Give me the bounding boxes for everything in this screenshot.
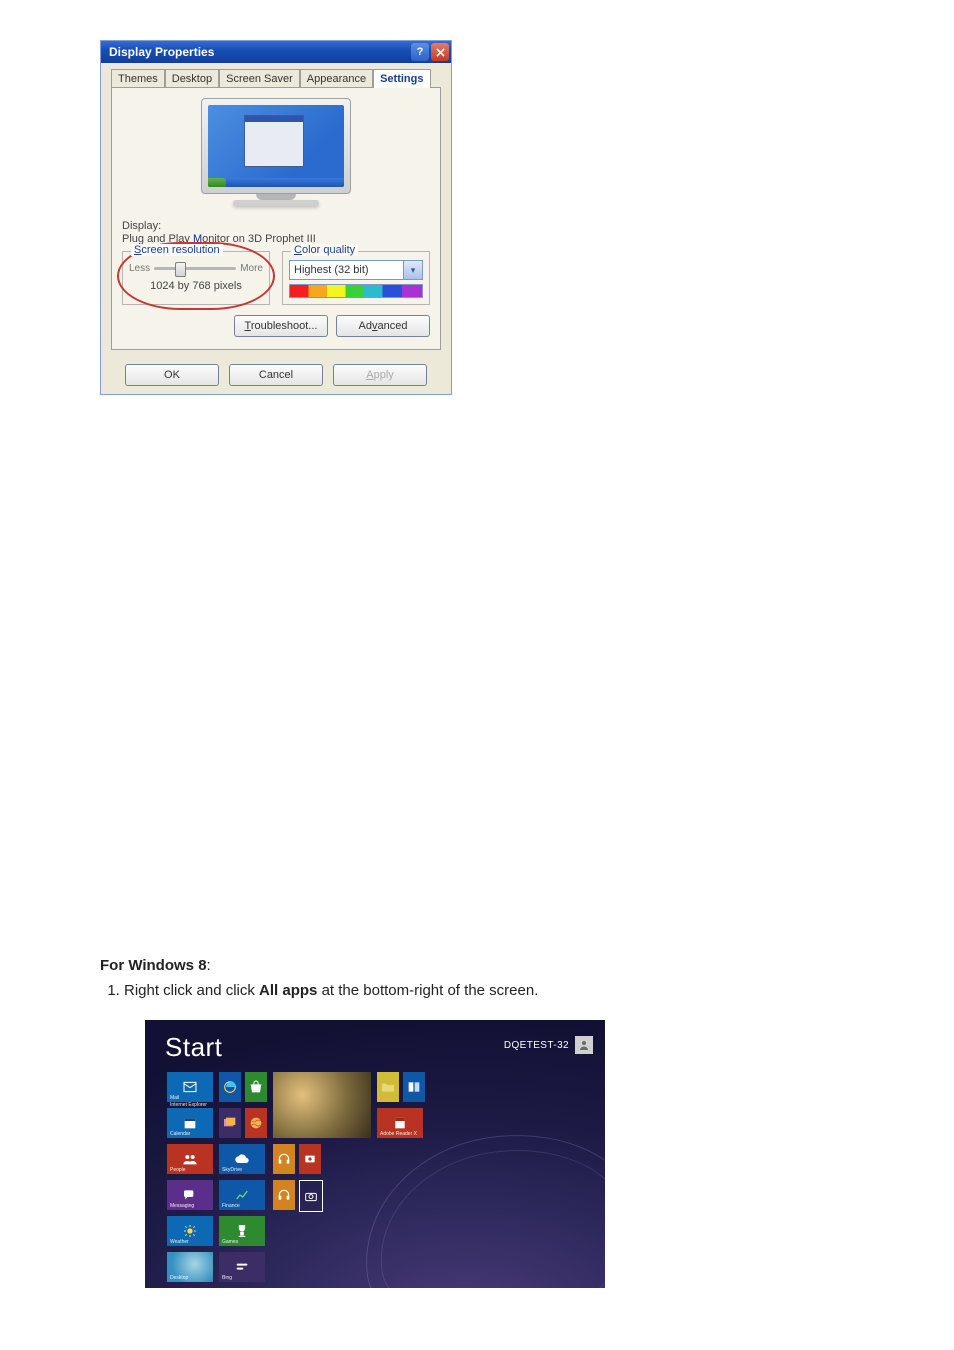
trophy-icon (234, 1223, 250, 1239)
cancel-button[interactable]: Cancel (229, 364, 323, 386)
chevron-down-icon[interactable]: ▾ (403, 261, 422, 279)
tile-camera[interactable] (299, 1180, 323, 1212)
tile-video[interactable] (299, 1144, 321, 1174)
tile-maps[interactable] (245, 1108, 267, 1138)
dialog-title: Display Properties (109, 45, 214, 59)
win8-start-screen: Start DQETEST-32 Mail Calendar P (145, 1020, 605, 1288)
globe-icon (248, 1115, 264, 1131)
cloud-icon (234, 1151, 250, 1167)
screen-resolution-group: Screen resolution Less More 1024 by 768 … (122, 251, 270, 305)
color-quality-group: Color quality Highest (32 bit) ▾ (282, 251, 430, 305)
tile-mail[interactable]: Mail (167, 1072, 213, 1102)
tile-sports[interactable] (377, 1072, 399, 1102)
start-user[interactable]: DQETEST-32 (504, 1036, 593, 1054)
color-quality-strip-icon (289, 284, 423, 298)
apply-button: Apply (333, 364, 427, 386)
headphones-icon (276, 1151, 292, 1167)
tile-news[interactable] (273, 1180, 295, 1210)
display-label: Display: (122, 220, 430, 232)
tile-finance[interactable]: Finance (219, 1180, 265, 1210)
close-button[interactable] (431, 43, 449, 61)
display-properties-dialog: Display Properties ? Themes Desktop Scre… (100, 40, 452, 395)
mail-icon (182, 1079, 198, 1095)
pdf-icon (392, 1115, 408, 1131)
monitor-preview (122, 98, 430, 218)
win8-steps-list: Right click and click All apps at the bo… (100, 980, 740, 1003)
photos-icon (222, 1115, 238, 1131)
tabstrip: Themes Desktop Screen Saver Appearance S… (111, 69, 441, 88)
ok-button[interactable]: OK (125, 364, 219, 386)
tile-photos[interactable] (219, 1108, 241, 1138)
win8-heading: For Windows 8: (100, 955, 740, 978)
start-label: Start (165, 1032, 222, 1063)
headphones-icon (276, 1187, 292, 1203)
bing-icon (234, 1259, 250, 1275)
troubleshoot-button[interactable]: Troubleshoot... (234, 315, 328, 337)
slider-thumb-icon[interactable] (175, 262, 186, 277)
tab-appearance[interactable]: Appearance (300, 69, 373, 88)
tile-store[interactable] (245, 1072, 267, 1102)
win8-step-1: Right click and click All apps at the bo… (124, 980, 740, 1003)
tile-games[interactable]: Games (219, 1216, 265, 1246)
tile-music[interactable] (273, 1144, 295, 1174)
tile-reader[interactable] (403, 1072, 425, 1102)
user-avatar-icon (575, 1036, 593, 1054)
screen-resolution-slider[interactable] (154, 267, 236, 270)
close-icon (436, 48, 445, 57)
slider-less-label: Less (129, 263, 150, 274)
tab-screen-saver[interactable]: Screen Saver (219, 69, 300, 88)
color-quality-legend: Color quality (291, 244, 358, 256)
video-icon (302, 1151, 318, 1167)
user-name: DQETEST-32 (504, 1040, 569, 1051)
tile-photo-large[interactable] (273, 1072, 371, 1138)
dialog-titlebar[interactable]: Display Properties ? (101, 41, 451, 63)
settings-tab-panel: Display: Plug and Play Monitor on 3D Pro… (111, 87, 441, 350)
color-quality-value: Highest (32 bit) (290, 264, 403, 276)
reader-icon (406, 1079, 422, 1095)
ie-icon (222, 1079, 238, 1095)
finance-icon (234, 1187, 250, 1203)
screen-resolution-legend: Screen resolution (131, 244, 223, 256)
advanced-button[interactable]: Advanced (336, 315, 430, 337)
slider-more-label: More (240, 263, 263, 274)
tile-skydrive[interactable]: SkyDrive (219, 1144, 265, 1174)
tab-desktop[interactable]: Desktop (165, 69, 219, 88)
camera-icon (303, 1188, 319, 1204)
tile-ie[interactable] (219, 1072, 241, 1102)
help-button[interactable]: ? (411, 43, 429, 61)
color-quality-combobox[interactable]: Highest (32 bit) ▾ (289, 260, 423, 280)
tab-themes[interactable]: Themes (111, 69, 165, 88)
tile-adobe-reader[interactable]: Adobe Reader X (377, 1108, 423, 1138)
tab-settings[interactable]: Settings (373, 69, 430, 88)
screen-resolution-value: 1024 by 768 pixels (129, 280, 263, 292)
folder-icon (380, 1079, 396, 1095)
tile-bing[interactable]: Bing (219, 1252, 265, 1282)
store-icon (248, 1079, 264, 1095)
